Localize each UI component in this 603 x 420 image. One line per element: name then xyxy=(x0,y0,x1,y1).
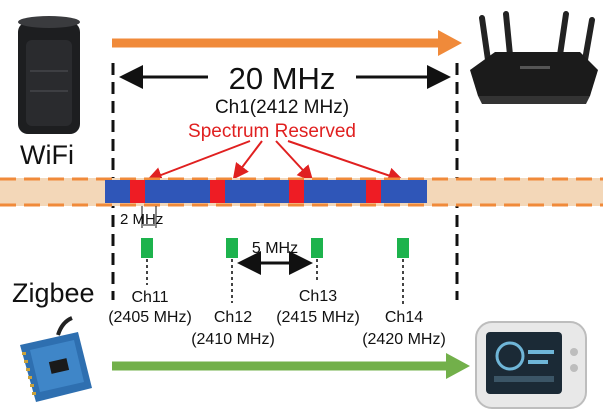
ch14-freq: (2420 MHz) xyxy=(362,331,446,348)
ch11-name: Ch11 xyxy=(131,289,168,306)
ch12-freq: (2410 MHz) xyxy=(191,331,275,348)
zigbee-channel-ch13 xyxy=(311,238,323,283)
reserved-segment xyxy=(289,180,304,203)
zigbee-channel-ch12 xyxy=(226,238,238,303)
wifi-arrowhead xyxy=(438,30,462,56)
zigbee-width-label: 2 MHz xyxy=(120,211,163,228)
reserved-label: Spectrum Reserved xyxy=(188,121,356,142)
zigbee-label: Zigbee xyxy=(12,278,95,308)
smart-speaker-icon xyxy=(18,16,80,134)
reserved-pointers xyxy=(146,140,404,184)
ch12-name: Ch12 xyxy=(214,309,252,326)
wifi-label: WiFi xyxy=(20,140,74,170)
bandwidth-label: 20 MHz xyxy=(229,61,336,96)
zigbee-channel-ch14 xyxy=(397,238,409,305)
zigbee-module-icon xyxy=(20,316,92,402)
reserved-segment xyxy=(366,180,381,203)
spectrum-diagram: 20 MHz Ch1(2412 MHz) Spectrum Reserved W… xyxy=(0,11,603,409)
ch13-name: Ch13 xyxy=(299,288,337,305)
zigbee-arrowhead xyxy=(446,353,470,379)
ch11-freq: (2405 MHz) xyxy=(108,309,192,326)
spacing-label: 5 MHz xyxy=(252,240,298,257)
smart-display-icon xyxy=(475,321,587,409)
reserved-segment xyxy=(210,180,225,203)
reserved-segment xyxy=(130,180,145,203)
ch13-freq: (2415 MHz) xyxy=(276,309,360,326)
wifi-router-icon xyxy=(470,11,598,104)
ch14-name: Ch14 xyxy=(385,309,423,326)
wifi-channel-label: Ch1(2412 MHz) xyxy=(215,97,349,118)
zigbee-channel-ch11 xyxy=(141,238,153,285)
